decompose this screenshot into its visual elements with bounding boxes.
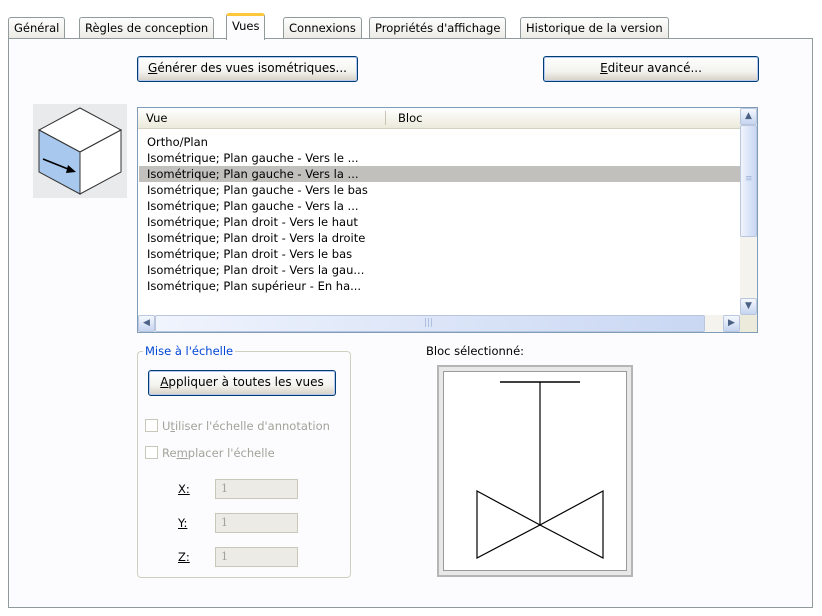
scaling-legend: Mise à l'échelle	[143, 344, 236, 358]
selected-block-preview	[437, 365, 633, 577]
list-item[interactable]: Isométrique; Plan droit - Vers le haut	[147, 214, 358, 230]
scroll-down-icon[interactable]: ▼	[740, 298, 757, 315]
x-label: X:	[178, 482, 190, 496]
checkbox-box[interactable]	[145, 446, 158, 459]
list-item[interactable]: Isométrique; Plan droit - Vers le bas	[147, 246, 352, 262]
x-scale-input[interactable]: 1	[215, 479, 298, 499]
scroll-up-icon[interactable]: ▲	[740, 108, 757, 125]
generate-isometric-views-button[interactable]: Générer des vues isométriques...	[137, 56, 358, 82]
replace-scale-checkbox[interactable]: Remplacer l'échelle	[145, 446, 275, 460]
iso-cube-icon	[33, 104, 127, 198]
checkbox-box[interactable]	[145, 419, 158, 432]
column-header-block[interactable]: Bloc	[390, 108, 422, 128]
z-scale-input[interactable]: 1	[215, 547, 298, 567]
z-label: Z:	[178, 550, 190, 564]
list-header: Vue Bloc	[138, 108, 740, 129]
y-label: Y:	[178, 516, 188, 530]
list-item[interactable]: Isométrique; Plan gauche - Vers la ...	[147, 198, 359, 214]
advanced-editor-button[interactable]: Editeur avancé...	[543, 56, 759, 82]
list-item-selected[interactable]: Isométrique; Plan gauche - Vers la ...	[139, 166, 740, 182]
list-item[interactable]: Isométrique; Plan droit - Vers la gau...	[147, 262, 364, 278]
selected-block-label: Bloc sélectionné:	[426, 344, 525, 358]
views-list[interactable]: Vue Bloc Ortho/Plan Isométrique; Plan ga…	[137, 107, 758, 333]
column-header-view[interactable]: Vue	[138, 108, 167, 128]
horizontal-scrollbar[interactable]: ◀ ||| ▶	[138, 315, 740, 332]
list-item[interactable]: Isométrique; Plan gauche - Vers le ...	[147, 150, 359, 166]
list-item[interactable]: Isométrique; Plan droit - Vers la droite	[147, 230, 365, 246]
vertical-scroll-thumb[interactable]: ≡	[740, 125, 757, 237]
list-item[interactable]: Isométrique; Plan supérieur - En ha...	[147, 278, 361, 294]
use-annotation-scale-checkbox[interactable]: Utiliser l'échelle d'annotation	[145, 419, 330, 433]
scroll-left-icon[interactable]: ◀	[138, 315, 155, 332]
scrollbar-corner	[740, 315, 757, 332]
horizontal-scroll-thumb[interactable]: |||	[155, 315, 705, 332]
block-preview-canvas	[443, 371, 627, 571]
apply-to-all-views-button[interactable]: Appliquer à toutes les vues	[148, 370, 336, 396]
list-item[interactable]: Isométrique; Plan gauche - Vers le bas	[147, 182, 368, 198]
valve-symbol-icon	[476, 381, 604, 559]
list-item[interactable]: Ortho/Plan	[147, 134, 208, 150]
vertical-scrollbar[interactable]: ▲ ≡ ▼	[740, 108, 757, 315]
y-scale-input[interactable]: 1	[215, 513, 298, 533]
scroll-right-icon[interactable]: ▶	[723, 315, 740, 332]
